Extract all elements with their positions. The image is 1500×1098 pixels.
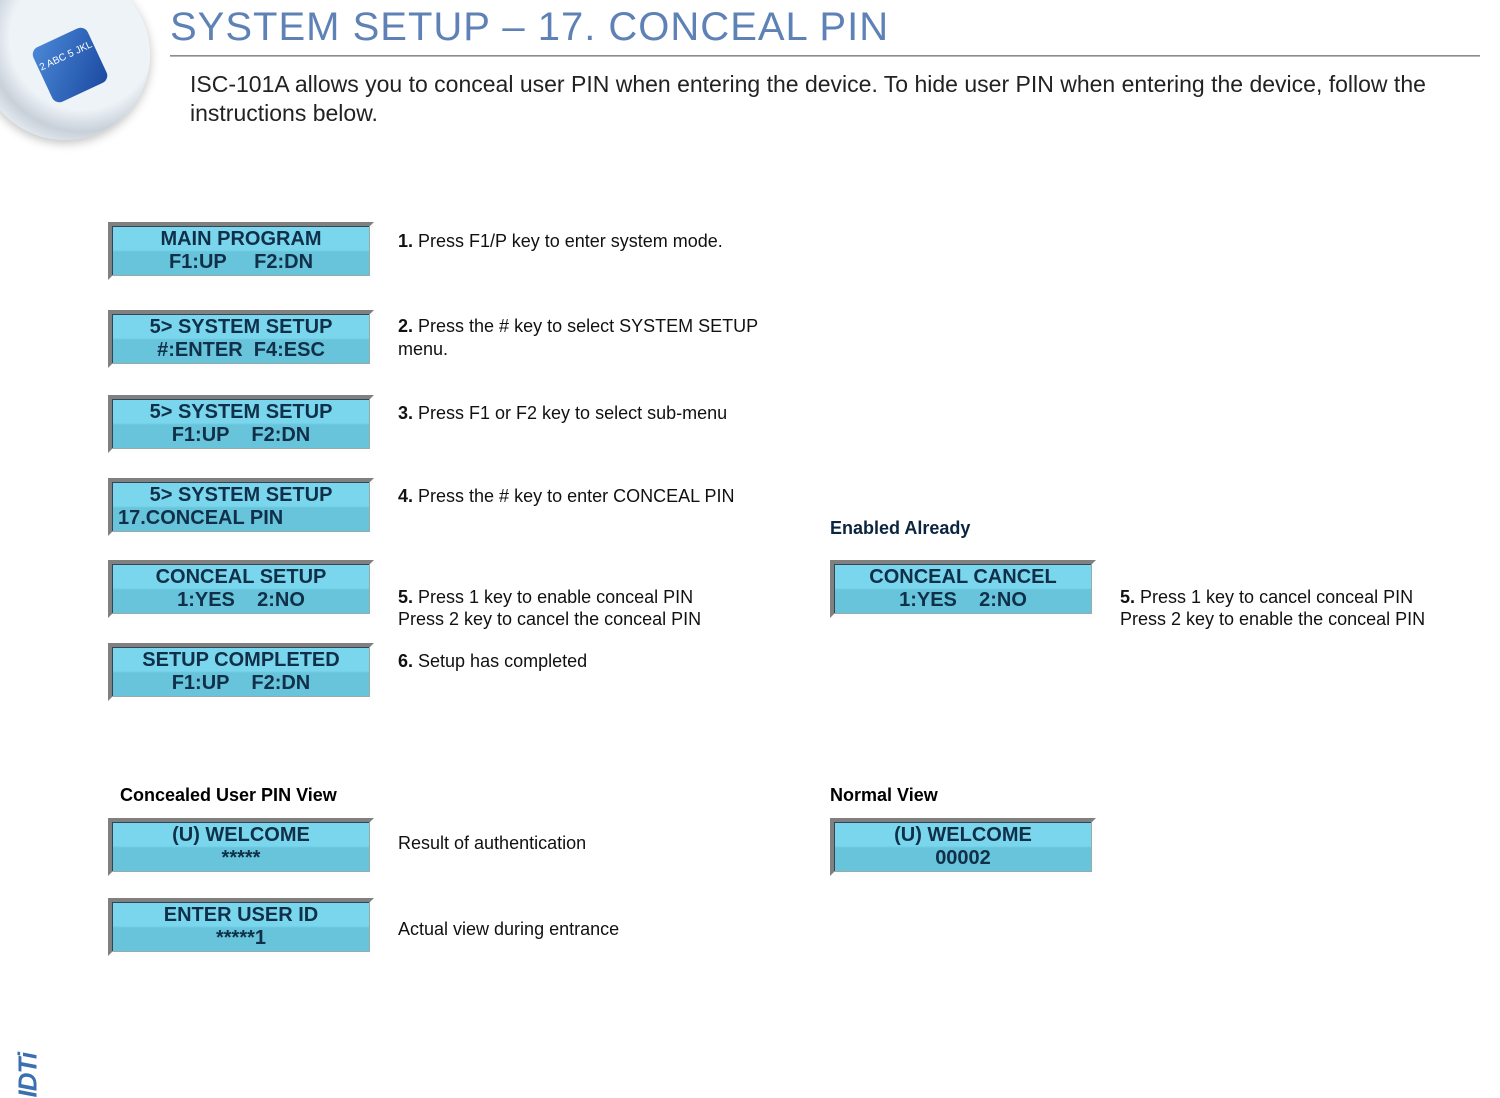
lcd-line: CONCEAL CANCEL [834, 566, 1092, 589]
concealed-heading: Concealed User PIN View [120, 785, 337, 806]
enabled-heading: Enabled Already [830, 518, 970, 539]
lcd-concealed-enter: ENTER USER ID *****1 [108, 898, 374, 956]
title-divider [170, 55, 1480, 57]
lcd-step-1: MAIN PROGRAM F1:UP F2:DN [108, 222, 374, 280]
lcd-step-4: 5> SYSTEM SETUP 17.CONCEAL PIN [108, 478, 374, 536]
step-text: Press the # key to enter [413, 486, 613, 506]
header-logo: 2 ABC 5 JKL [0, 0, 150, 150]
lcd-line: F1:UP F2:DN [112, 672, 370, 695]
lcd-line: (U) WELCOME [112, 824, 370, 847]
step-desc-1: 1. Press F1/P key to enter system mode. [398, 230, 778, 253]
concealed-caption-a: Result of authentication [398, 832, 778, 855]
lcd-line: 5> SYSTEM SETUP [112, 484, 370, 507]
step-text: Press 1 key to enable conceal PIN Press … [398, 587, 701, 630]
step-desc-3: 3. Press F1 or F2 key to select sub-menu [398, 402, 778, 425]
lcd-enabled: CONCEAL CANCEL 1:YES 2:NO [830, 560, 1096, 618]
step-desc-4: 4. Press the # key to enter CONCEAL PIN [398, 485, 778, 508]
lcd-normal-welcome: (U) WELCOME 00002 [830, 818, 1096, 876]
step-text-em: CONCEAL PIN [613, 486, 734, 506]
step-number: 3. [398, 403, 413, 423]
lcd-step-3: 5> SYSTEM SETUP F1:UP F2:DN [108, 395, 374, 453]
step-number: 5. [398, 587, 413, 607]
step-desc-5: 5. Press 1 key to enable conceal PIN Pre… [398, 563, 778, 631]
lcd-line: SETUP COMPLETED [112, 649, 370, 672]
lcd-line: ***** [112, 847, 370, 870]
step-text: Press the # key to select SYSTEM SETUP m… [398, 316, 758, 359]
lcd-line: 1:YES 2:NO [112, 589, 370, 612]
lcd-step-6: SETUP COMPLETED F1:UP F2:DN [108, 643, 374, 701]
lcd-line: #:ENTER F4:ESC [112, 339, 370, 362]
lcd-line: 5> SYSTEM SETUP [112, 401, 370, 424]
lcd-step-2: 5> SYSTEM SETUP #:ENTER F4:ESC [108, 310, 374, 368]
lcd-line: MAIN PROGRAM [112, 228, 370, 251]
step-number: 1. [398, 231, 413, 251]
step-desc-6: 6. Setup has completed [398, 650, 778, 673]
intro-text: ISC-101A allows you to conceal user PIN … [190, 70, 1450, 128]
enabled-desc: 5. Press 1 key to cancel conceal PIN Pre… [1120, 563, 1480, 631]
lcd-line: ENTER USER ID [112, 904, 370, 927]
step-number: 5. [1120, 587, 1135, 607]
step-desc-2: 2. Press the # key to select SYSTEM SETU… [398, 315, 778, 360]
lcd-line: 1:YES 2:NO [834, 589, 1092, 612]
lcd-line: F1:UP F2:DN [112, 251, 370, 274]
step-number: 6. [398, 651, 413, 671]
lcd-line: 17.CONCEAL PIN [112, 507, 370, 530]
step-text: Press 1 key to cancel conceal PIN Press … [1120, 587, 1425, 630]
lcd-line: 5> SYSTEM SETUP [112, 316, 370, 339]
lcd-step-5: CONCEAL SETUP 1:YES 2:NO [108, 560, 374, 618]
lcd-line: CONCEAL SETUP [112, 566, 370, 589]
normal-heading: Normal View [830, 785, 938, 806]
lcd-line: (U) WELCOME [834, 824, 1092, 847]
step-text: Press F1 or F2 key to select sub-menu [413, 403, 727, 423]
page-title: SYSTEM SETUP – 17. CONCEAL PIN [170, 5, 889, 50]
concealed-caption-b: Actual view during entrance [398, 918, 778, 941]
lcd-line: *****1 [112, 927, 370, 950]
step-number: 4. [398, 486, 413, 506]
lcd-concealed-welcome: (U) WELCOME ***** [108, 818, 374, 876]
lcd-line: 00002 [834, 847, 1092, 870]
step-number: 2. [398, 316, 413, 336]
step-text: Setup has completed [413, 651, 587, 671]
lcd-line: F1:UP F2:DN [112, 424, 370, 447]
footer-logo: IDTi [13, 1038, 58, 1098]
step-text: Press F1/P key to enter system mode. [413, 231, 723, 251]
